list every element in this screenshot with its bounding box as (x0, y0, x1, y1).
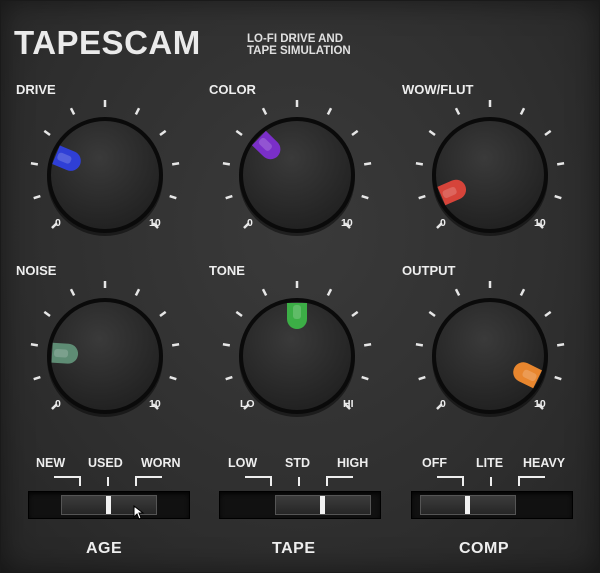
knob-tick (415, 343, 424, 347)
age-switch[interactable] (28, 491, 190, 519)
knob-tick (418, 194, 426, 200)
knob-tick (454, 288, 461, 296)
knob-output-max-label: 10 (534, 398, 546, 410)
mouse-cursor-icon (133, 505, 145, 520)
knob-tick (351, 129, 359, 137)
age-switch-markers (54, 476, 162, 486)
tape-switch-handle[interactable] (275, 495, 371, 515)
knob-tick (235, 310, 243, 318)
knob-tick (159, 310, 167, 318)
knob-drive-max-label: 10 (149, 217, 161, 229)
tape-switch-grip (320, 496, 325, 514)
knob-tick (554, 194, 562, 200)
knob-drive-min-label: 0 (55, 217, 61, 229)
age-option-new[interactable]: NEW (36, 456, 65, 470)
knob-output-min-label: 0 (440, 398, 446, 410)
knob-tick (361, 194, 369, 200)
knob-noise-max-label: 10 (149, 398, 161, 410)
knob-tick (361, 375, 369, 381)
knob-indicator-highlight (293, 305, 301, 319)
knob-tick (222, 162, 231, 166)
knob-noise-min-label: 0 (55, 398, 61, 410)
knob-tick (554, 375, 562, 381)
knob-tick (261, 107, 268, 115)
knob-tick (326, 107, 333, 115)
knob-body (47, 117, 163, 233)
knob-tick (30, 162, 39, 166)
knob-tone-min-label: LO (240, 398, 255, 410)
knob-label-color: COLOR (209, 82, 256, 97)
knob-label-output: OUTPUT (402, 263, 456, 278)
knob-label-noise: NOISE (16, 263, 57, 278)
tape-option-low[interactable]: LOW (228, 456, 257, 470)
knob-tick (544, 129, 552, 137)
knob-wow-flutter-min-label: 0 (440, 217, 446, 229)
knob-tick (33, 194, 41, 200)
knob-tick (428, 129, 436, 137)
tape-option-std[interactable]: STD (285, 456, 310, 470)
knob-label-tone: TONE (209, 263, 245, 278)
knob-tick (415, 162, 424, 166)
knob-tick (519, 107, 526, 115)
knob-tick (418, 375, 426, 381)
comp-option-off[interactable]: OFF (422, 456, 447, 470)
knob-tick (169, 194, 177, 200)
knob-tick (235, 129, 243, 137)
tape-switch-markers (245, 476, 353, 486)
knob-tick (351, 310, 359, 318)
knob-tick (556, 343, 565, 347)
knob-color-min-label: 0 (247, 217, 253, 229)
tape-switch[interactable] (219, 491, 381, 519)
knob-body (432, 298, 548, 414)
knob-tick (159, 129, 167, 137)
knob-tick (43, 310, 51, 318)
knob-tick (556, 162, 565, 166)
age-option-worn[interactable]: WORN (141, 456, 181, 470)
knob-tick (134, 288, 141, 296)
knob-tick (171, 162, 180, 166)
tape-switch-label: TAPE (272, 540, 316, 557)
knob-tick (134, 107, 141, 115)
knob-tick (261, 288, 268, 296)
knob-tick (33, 375, 41, 381)
knob-tick (454, 107, 461, 115)
comp-option-lite[interactable]: LITE (476, 456, 503, 470)
age-switch-label: AGE (86, 540, 123, 557)
comp-switch-grip (465, 496, 470, 514)
knob-tick (544, 310, 552, 318)
comp-switch-markers (437, 476, 545, 486)
knob-tone-max-label: HI (343, 398, 354, 410)
knob-tick (326, 288, 333, 296)
knob-tick (519, 288, 526, 296)
comp-switch-handle[interactable] (420, 495, 516, 515)
knob-tick (428, 310, 436, 318)
knob-tick (363, 162, 372, 166)
age-switch-grip (106, 496, 111, 514)
knob-tick (169, 375, 177, 381)
knob-tick (43, 129, 51, 137)
knob-body (432, 117, 548, 233)
knob-tick (30, 343, 39, 347)
age-option-used[interactable]: USED (88, 456, 123, 470)
knob-label-drive: DRIVE (16, 82, 56, 97)
knob-indicator (287, 303, 307, 329)
plugin-subtitle: LO-FI DRIVE AND TAPE SIMULATION (247, 33, 351, 57)
tape-option-high[interactable]: HIGH (337, 456, 368, 470)
knob-label-wow-flutter: WOW/FLUT (402, 82, 474, 97)
knob-tick (69, 288, 76, 296)
knob-tick (225, 375, 233, 381)
plugin-title: TAPESCAM (14, 24, 201, 61)
knob-tick (222, 343, 231, 347)
knob-color-max-label: 10 (341, 217, 353, 229)
knob-wow-flutter-max-label: 10 (534, 217, 546, 229)
knob-tick (363, 343, 372, 347)
knob-body (239, 117, 355, 233)
knob-tick (171, 343, 180, 347)
comp-switch[interactable] (411, 491, 573, 519)
knob-indicator-highlight (54, 348, 69, 358)
comp-switch-label: COMP (459, 540, 509, 557)
knob-tick (69, 107, 76, 115)
knob-tick (225, 194, 233, 200)
comp-option-heavy[interactable]: HEAVY (523, 456, 565, 470)
